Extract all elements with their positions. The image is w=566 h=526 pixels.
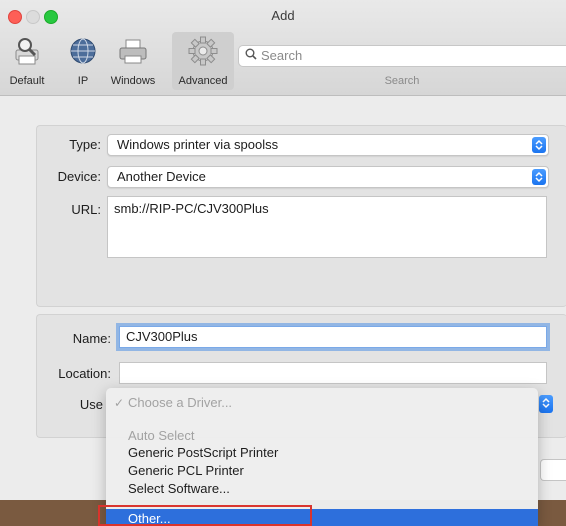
- gear-icon: [187, 36, 219, 66]
- menu-item-generic-pcl[interactable]: Generic PCL Printer: [128, 463, 244, 478]
- location-label: Location:: [58, 366, 111, 381]
- type-popup[interactable]: Windows printer via spoolss: [107, 134, 549, 156]
- menu-item-select-software[interactable]: Select Software...: [128, 481, 230, 496]
- use-popup-arrows-icon[interactable]: [539, 395, 553, 413]
- url-field[interactable]: smb://RIP-PC/CJV300Plus: [107, 196, 547, 258]
- toolbar-default-label: Default: [9, 75, 45, 87]
- toolbar-windows-button[interactable]: Windows: [106, 36, 160, 88]
- search-placeholder: Search: [261, 48, 303, 63]
- toolbar-advanced-button[interactable]: Advanced: [172, 32, 234, 90]
- use-label: Use: [79, 397, 103, 412]
- toolbar-ip-button[interactable]: IP: [66, 36, 100, 88]
- name-value: CJV300Plus: [126, 329, 198, 344]
- menu-item-auto-select[interactable]: Auto Select: [128, 428, 195, 443]
- default-printer-icon: [11, 36, 43, 66]
- device-value: Another Device: [117, 169, 206, 184]
- search-caption: Search: [384, 75, 420, 87]
- toolbar-default-button[interactable]: Default: [4, 36, 50, 88]
- search-icon: [245, 48, 257, 63]
- popup-arrows-icon: [532, 169, 546, 185]
- device-label: Device:: [57, 169, 101, 184]
- toolbar-ip-label: IP: [77, 75, 89, 87]
- type-value: Windows printer via spoolss: [117, 137, 279, 152]
- name-field[interactable]: CJV300Plus: [119, 326, 547, 348]
- search-input[interactable]: Search: [238, 45, 566, 67]
- window-title: Add: [271, 8, 295, 23]
- add-button[interactable]: [540, 459, 566, 481]
- toolbar-advanced-label: Advanced: [178, 75, 228, 87]
- location-field[interactable]: [119, 362, 547, 384]
- menu-item-choose-driver[interactable]: Choose a Driver...: [128, 395, 232, 410]
- windows-printer-icon: [117, 36, 149, 66]
- toolbar-windows-label: Windows: [110, 75, 156, 87]
- url-value: smb://RIP-PC/CJV300Plus: [114, 201, 269, 216]
- popup-arrows-icon: [532, 137, 546, 153]
- ip-globe-icon: [67, 36, 99, 66]
- menu-item-generic-postscript[interactable]: Generic PostScript Printer: [128, 445, 278, 460]
- device-popup[interactable]: Another Device: [107, 166, 549, 188]
- checkmark-icon: ✓: [114, 396, 125, 410]
- type-label: Type:: [69, 137, 101, 152]
- connection-panel: Type: Windows printer via spoolss Device…: [36, 125, 566, 307]
- toolbar: Add Default IP Windows Advanced Search S…: [0, 0, 566, 96]
- highlight-annotation: [98, 505, 312, 526]
- url-label: URL:: [71, 202, 101, 217]
- name-label: Name:: [72, 331, 111, 346]
